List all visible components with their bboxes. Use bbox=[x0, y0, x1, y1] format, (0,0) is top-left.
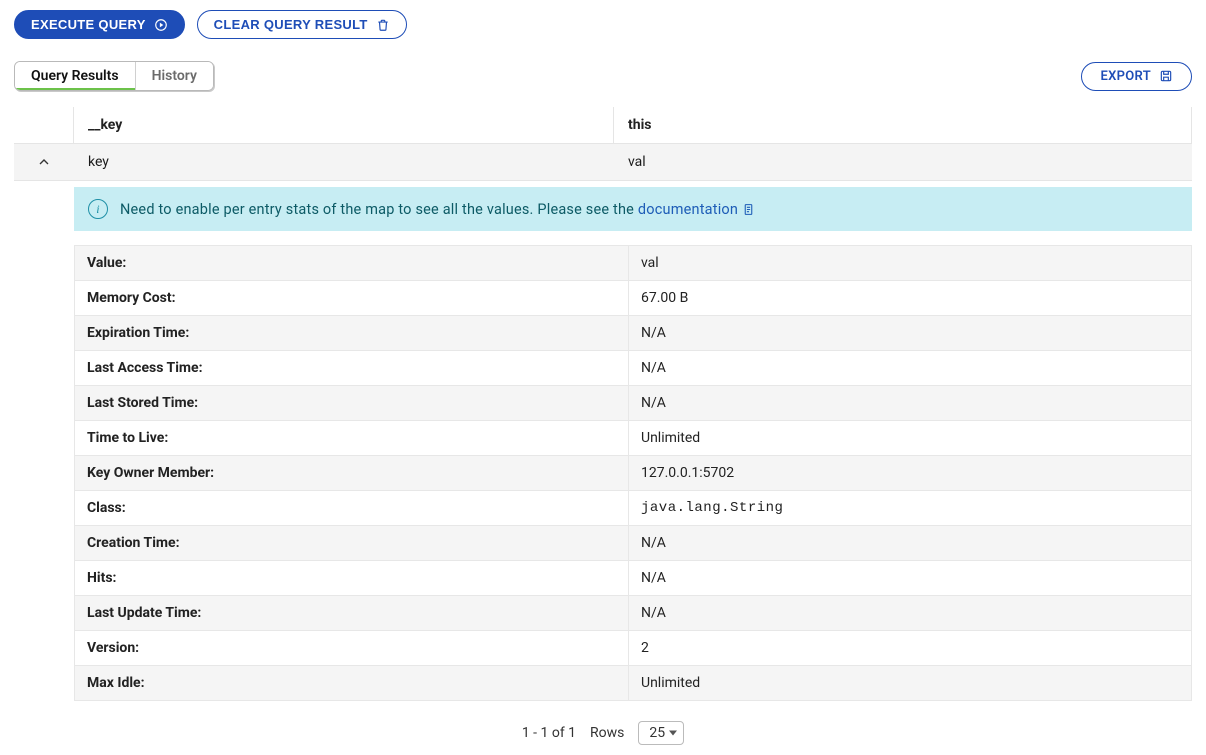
tab-history[interactable]: History bbox=[135, 62, 213, 90]
pager: 1 - 1 of 1 Rows 25 bbox=[14, 721, 1192, 745]
play-circle-icon bbox=[154, 18, 168, 32]
info-icon: i bbox=[88, 199, 108, 219]
detail-label: Memory Cost: bbox=[75, 281, 629, 315]
detail-value: N/A bbox=[629, 561, 1191, 595]
detail-value: java.lang.String bbox=[629, 491, 1191, 525]
documentation-link-text: documentation bbox=[638, 201, 738, 218]
pager-rows-label: Rows bbox=[590, 725, 624, 741]
midbar: Query Results History EXPORT bbox=[14, 61, 1192, 91]
results-tabs: Query Results History bbox=[14, 61, 214, 91]
tab-query-results[interactable]: Query Results bbox=[15, 62, 135, 90]
cell-this: val bbox=[614, 144, 1192, 180]
detail-value: N/A bbox=[629, 596, 1191, 630]
detail-row: Last Update Time:N/A bbox=[74, 596, 1192, 631]
detail-label: Last Update Time: bbox=[75, 596, 629, 630]
detail-label: Expiration Time: bbox=[75, 316, 629, 350]
detail-value: N/A bbox=[629, 526, 1191, 560]
detail-label: Time to Live: bbox=[75, 421, 629, 455]
info-text: Need to enable per entry stats of the ma… bbox=[120, 201, 755, 218]
detail-label: Hits: bbox=[75, 561, 629, 595]
grid-header: __key this bbox=[14, 107, 1192, 144]
save-icon bbox=[1159, 69, 1173, 83]
detail-value: N/A bbox=[629, 351, 1191, 385]
page-size-select[interactable]: 25 bbox=[638, 721, 684, 745]
detail-row: Last Stored Time:N/A bbox=[74, 386, 1192, 421]
detail-label: Max Idle: bbox=[75, 666, 629, 700]
document-icon bbox=[742, 203, 755, 216]
trash-icon bbox=[376, 18, 390, 32]
detail-row: Last Access Time:N/A bbox=[74, 351, 1192, 386]
detail-row: Expiration Time:N/A bbox=[74, 316, 1192, 351]
detail-label: Version: bbox=[75, 631, 629, 665]
detail-value: N/A bbox=[629, 386, 1191, 420]
detail-value: Unlimited bbox=[629, 666, 1191, 700]
cell-key: key bbox=[74, 144, 614, 180]
grid-row: key val bbox=[14, 144, 1192, 181]
detail-label: Class: bbox=[75, 491, 629, 525]
header-expand-col bbox=[14, 107, 74, 143]
detail-row: Time to Live:Unlimited bbox=[74, 421, 1192, 456]
detail-value: 127.0.0.1:5702 bbox=[629, 456, 1191, 490]
detail-row: Creation Time:N/A bbox=[74, 526, 1192, 561]
detail-value: Unlimited bbox=[629, 421, 1191, 455]
clear-query-result-button[interactable]: CLEAR QUERY RESULT bbox=[197, 10, 407, 39]
detail-value: 2 bbox=[629, 631, 1191, 665]
header-key[interactable]: __key bbox=[74, 107, 614, 143]
detail-label: Value: bbox=[75, 246, 629, 280]
detail-row: Memory Cost:67.00 B bbox=[74, 281, 1192, 316]
detail-row: Value:val bbox=[74, 245, 1192, 281]
detail-list: Value:valMemory Cost:67.00 BExpiration T… bbox=[74, 245, 1192, 701]
export-label: EXPORT bbox=[1100, 69, 1151, 84]
row-expand-toggle[interactable] bbox=[14, 144, 74, 180]
info-text-body: Need to enable per entry stats of the ma… bbox=[120, 201, 638, 218]
header-this[interactable]: this bbox=[614, 107, 1192, 143]
execute-query-label: EXECUTE QUERY bbox=[31, 17, 146, 32]
detail-label: Last Access Time: bbox=[75, 351, 629, 385]
detail-value: 67.00 B bbox=[629, 281, 1191, 315]
toolbar: EXECUTE QUERY CLEAR QUERY RESULT bbox=[14, 10, 1192, 39]
detail-row: Hits:N/A bbox=[74, 561, 1192, 596]
results-grid: __key this key val i Need to enable per … bbox=[14, 107, 1192, 701]
detail-row: Key Owner Member:127.0.0.1:5702 bbox=[74, 456, 1192, 491]
detail-value: N/A bbox=[629, 316, 1191, 350]
detail-label: Key Owner Member: bbox=[75, 456, 629, 490]
execute-query-button[interactable]: EXECUTE QUERY bbox=[14, 10, 185, 39]
detail-row: Version:2 bbox=[74, 631, 1192, 666]
clear-query-label: CLEAR QUERY RESULT bbox=[214, 17, 368, 32]
detail-label: Last Stored Time: bbox=[75, 386, 629, 420]
pager-summary: 1 - 1 of 1 bbox=[522, 725, 576, 741]
detail-value: val bbox=[629, 246, 1191, 280]
chevron-up-icon bbox=[36, 154, 52, 170]
detail-row: Max Idle:Unlimited bbox=[74, 666, 1192, 701]
info-banner: i Need to enable per entry stats of the … bbox=[74, 187, 1192, 231]
detail-label: Creation Time: bbox=[75, 526, 629, 560]
documentation-link[interactable]: documentation bbox=[638, 201, 755, 218]
detail-row: Class:java.lang.String bbox=[74, 491, 1192, 526]
export-button[interactable]: EXPORT bbox=[1081, 62, 1192, 91]
